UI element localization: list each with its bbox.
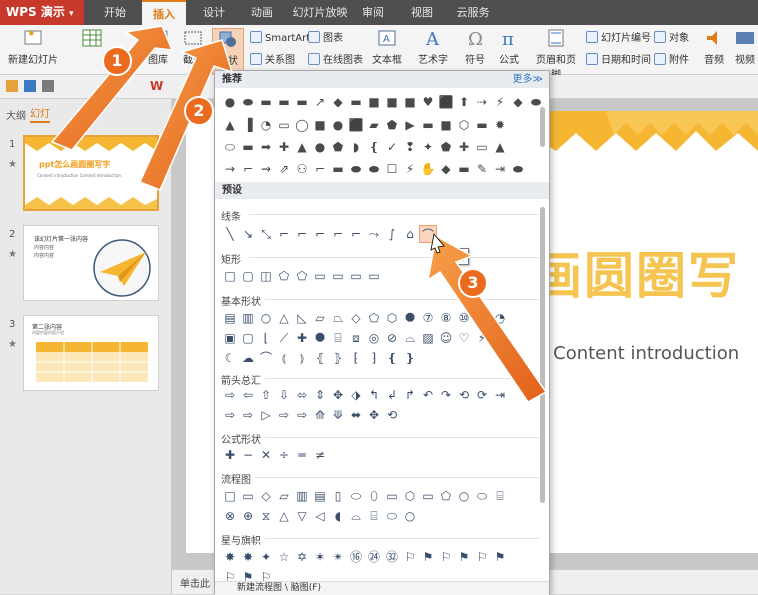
arrow-3 [426, 234, 548, 403]
annotation-arrows [50, 25, 548, 403]
arrow-1 [50, 25, 174, 151]
callout-badge-3: 3 [458, 268, 488, 298]
callout-badge-1: 1 [102, 46, 132, 76]
callout-badge-2: 2 [184, 96, 214, 126]
